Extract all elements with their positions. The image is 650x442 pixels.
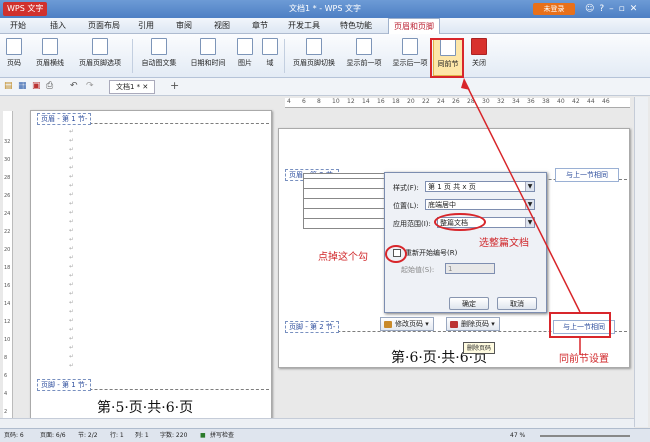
arrow-to-ribbon — [463, 79, 581, 313]
zoom-slider[interactable] — [540, 435, 630, 437]
horizontal-scrollbar[interactable] — [0, 418, 634, 428]
arrowhead-ribbon — [461, 78, 470, 90]
status-bar: 页码: 6 页面: 6/6 节: 2/2 行: 1 列: 1 字数: 220 ■… — [0, 428, 650, 442]
status-pages: 页面: 6/6 — [40, 432, 66, 439]
status-row: 行: 1 — [110, 432, 124, 439]
status-col: 列: 1 — [135, 432, 149, 439]
status-zoom[interactable]: 47 % — [510, 429, 525, 442]
status-section: 节: 2/2 — [78, 432, 98, 439]
status-spell[interactable]: 拼写检查 — [210, 429, 234, 442]
status-words: 字数: 220 — [160, 432, 188, 439]
vertical-scrollbar[interactable] — [634, 97, 648, 427]
spell-check-icon[interactable]: ■ — [200, 429, 206, 442]
annotation-arrows — [461, 78, 581, 355]
status-page: 页码: 6 — [4, 432, 24, 439]
